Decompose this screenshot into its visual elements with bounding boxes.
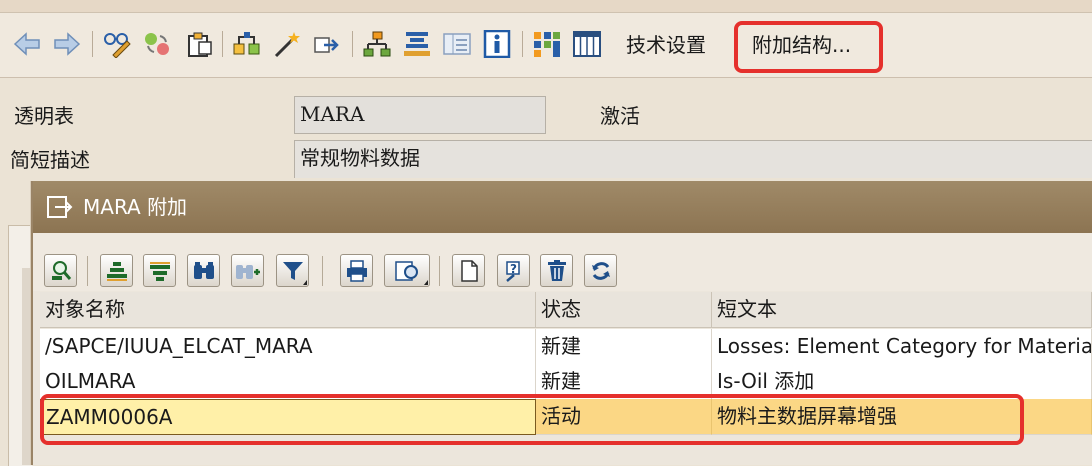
table-header: 对象名称 状态 短文本 <box>40 292 1092 328</box>
activation-status: 激活 <box>600 104 640 128</box>
table-row-selected[interactable]: ZAMM0006A 活动 物料主数据屏幕增强 <box>40 399 1092 435</box>
toolbar-separator <box>439 256 440 286</box>
svg-text:?: ? <box>510 262 517 276</box>
toolbar-separator <box>92 31 93 57</box>
table-row[interactable]: OILMARA 新建 Is-Oil 添加 <box>40 364 1092 400</box>
find-next-icon[interactable] <box>231 254 264 287</box>
sort-ascending-icon[interactable] <box>100 254 133 287</box>
delete-icon[interactable] <box>540 254 573 287</box>
short-text-cell[interactable]: Losses: Element Category for Material <box>712 329 1092 365</box>
export-arrow-icon[interactable] <box>312 29 342 59</box>
create-document-icon[interactable] <box>452 254 485 287</box>
table-row[interactable]: /SAPCE/IUUA_ELCAT_MARA 新建 Losses: Elemen… <box>40 329 1092 365</box>
hierarchy-icon[interactable] <box>362 29 392 59</box>
clipboard-icon[interactable] <box>184 29 214 59</box>
magic-wand-icon[interactable] <box>272 29 302 59</box>
toolbar-separator <box>322 256 323 286</box>
application-toolbar: 技术设置 附加结构... <box>0 13 1092 78</box>
help-icon[interactable]: ? <box>497 254 530 287</box>
object-name-cell[interactable]: ZAMM0006A <box>40 399 536 435</box>
status-cell[interactable]: 活动 <box>536 399 712 435</box>
status-cell[interactable]: 新建 <box>536 364 712 400</box>
dialog-title-bar: MARA 附加 <box>33 181 1092 233</box>
grid-table-icon[interactable] <box>572 29 602 59</box>
dialog-title: MARA 附加 <box>83 195 188 219</box>
window-top-strip <box>0 0 1092 13</box>
list-stack-icon[interactable] <box>402 29 432 59</box>
column-header-short-text[interactable]: 短文本 <box>712 292 1092 328</box>
status-cell[interactable]: 新建 <box>536 329 712 365</box>
short-text-cell[interactable]: 物料主数据屏幕增强 <box>712 399 1092 435</box>
glasses-pencil-icon[interactable] <box>103 29 133 59</box>
append-structures-button[interactable]: 附加结构... <box>752 31 851 59</box>
print-icon[interactable] <box>340 254 373 287</box>
filter-icon[interactable] <box>276 254 309 287</box>
column-header-object-name[interactable]: 对象名称 <box>40 292 536 328</box>
object-name-cell[interactable]: /SAPCE/IUUA_ELCAT_MARA <box>40 329 536 365</box>
find-icon[interactable] <box>187 254 220 287</box>
where-used-icon[interactable] <box>232 29 262 59</box>
toolbar-separator <box>222 31 223 57</box>
sort-descending-icon[interactable] <box>143 254 176 287</box>
toolbar-separator <box>352 31 353 57</box>
view-icon[interactable] <box>384 254 430 287</box>
refresh-icon[interactable] <box>584 254 617 287</box>
switch-active-inactive-icon[interactable] <box>142 29 172 59</box>
forward-arrow-icon[interactable] <box>52 29 82 59</box>
dialog-window-icon <box>47 195 73 223</box>
back-arrow-icon[interactable] <box>12 29 42 59</box>
choose-icon[interactable] <box>44 254 77 287</box>
short-description-label: 简短描述 <box>10 148 90 172</box>
toolbar-separator <box>522 31 523 57</box>
info-icon[interactable] <box>482 29 512 59</box>
table-name-field: MARA <box>294 96 546 134</box>
toolbar-separator <box>87 256 88 286</box>
column-header-status[interactable]: 状态 <box>536 292 712 328</box>
layout-icon[interactable] <box>442 29 472 59</box>
structure-blocks-icon[interactable] <box>532 29 562 59</box>
technical-settings-button[interactable]: 技术设置 <box>626 31 706 59</box>
background-column <box>22 268 31 465</box>
short-description-field[interactable]: 常规物料数据 <box>294 140 1092 178</box>
object-name-cell[interactable]: OILMARA <box>40 364 536 400</box>
transparent-table-label: 透明表 <box>14 104 74 128</box>
short-text-cell[interactable]: Is-Oil 添加 <box>712 364 1092 400</box>
